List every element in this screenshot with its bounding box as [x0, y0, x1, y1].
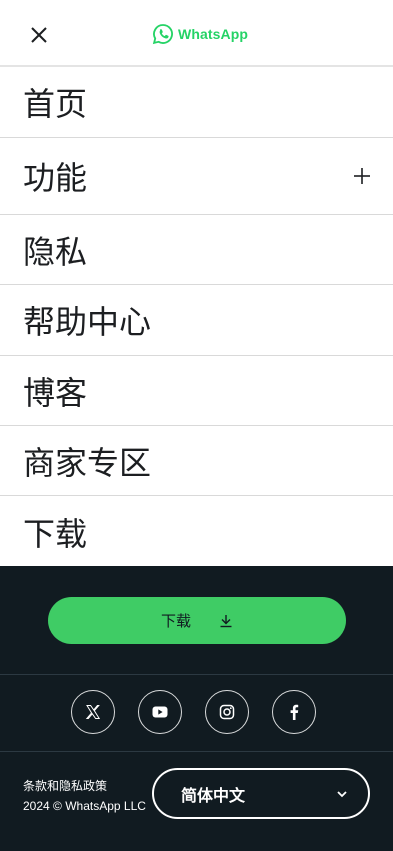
- header: WhatsApp: [0, 0, 393, 67]
- youtube-link[interactable]: [138, 690, 182, 734]
- language-select-value: 简体中文: [181, 785, 246, 805]
- nav-item-business[interactable]: 商家专区: [0, 426, 393, 496]
- legal-info: 条款和隐私政策 2024 © WhatsApp LLC: [23, 776, 146, 816]
- nav-item-label: 隐私: [23, 232, 88, 271]
- nav-item-privacy[interactable]: 隐私: [0, 215, 393, 285]
- nav-item-label: 商家专区: [23, 443, 152, 482]
- nav-item-label: 首页: [23, 85, 88, 123]
- nav-item-home[interactable]: 首页: [0, 67, 393, 138]
- whatsapp-logo[interactable]: WhatsApp: [152, 22, 248, 46]
- whatsapp-icon: [152, 24, 173, 45]
- nav-item-label: 博客: [23, 373, 88, 412]
- close-icon: [31, 27, 47, 43]
- copyright-text: 2024 © WhatsApp LLC: [23, 799, 146, 813]
- nav-item-download[interactable]: 下载: [0, 496, 393, 567]
- chevron-down-icon: [337, 790, 347, 797]
- nav-item-features[interactable]: 功能: [0, 138, 393, 215]
- youtube-icon: [152, 706, 168, 718]
- nav-item-help-center[interactable]: 帮助中心: [0, 285, 393, 356]
- close-menu-button[interactable]: [26, 22, 52, 48]
- plus-icon[interactable]: [353, 167, 371, 185]
- social-links: [71, 690, 316, 734]
- divider: [0, 674, 393, 675]
- facebook-icon: [290, 704, 299, 720]
- language-select[interactable]: 简体中文: [152, 768, 370, 819]
- instagram-icon: [219, 704, 235, 720]
- brand-name: WhatsApp: [178, 26, 249, 42]
- facebook-link[interactable]: [272, 690, 316, 734]
- download-button[interactable]: 下载: [48, 597, 346, 644]
- instagram-link[interactable]: [205, 690, 249, 734]
- divider: [0, 751, 393, 752]
- x-link[interactable]: [71, 690, 115, 734]
- download-button-label: 下载: [160, 612, 191, 630]
- terms-privacy-link[interactable]: 条款和隐私政策: [23, 776, 146, 796]
- nav-item-label: 功能: [23, 159, 88, 197]
- download-icon: [220, 614, 232, 627]
- footer: 下载 条款和隐私政策 2024 © WhatsApp LLC 简体中文: [0, 566, 393, 851]
- nav-item-label: 帮助中心: [23, 303, 152, 341]
- x-icon: [85, 705, 101, 719]
- nav-item-label: 下载: [23, 514, 88, 553]
- main-nav: 首页 功能 隐私 帮助中心 博客 商家专区 下载: [0, 67, 393, 567]
- nav-item-blog[interactable]: 博客: [0, 356, 393, 426]
